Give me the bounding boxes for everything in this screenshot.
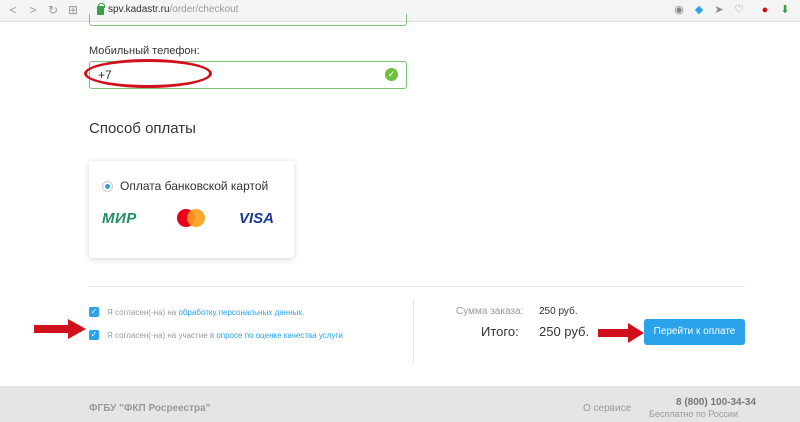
agree-survey-prefix: Я согласен(-на) на участие в (107, 331, 217, 340)
annotation-arrow-left (34, 319, 86, 339)
go-to-payment-button[interactable]: Перейти к оплате (644, 319, 745, 345)
phone-label: Мобильный телефон: (89, 45, 200, 57)
agree-survey-text: Я согласен(-на) на участие в опросе по о… (107, 331, 345, 340)
agree-personal-data-checkbox[interactable]: ✓ (89, 307, 99, 317)
mir-logo: МИР (102, 210, 137, 227)
total-value: 250 руб. (539, 324, 590, 339)
reload-icon[interactable]: ↻ (46, 3, 60, 17)
forward-icon[interactable]: > (26, 3, 40, 17)
heart-icon[interactable]: ♡ (732, 3, 746, 17)
back-icon[interactable]: < (6, 3, 20, 17)
shield-icon[interactable]: ◆ (692, 3, 706, 17)
footer-org: ФГБУ "ФКП Росреестра" (89, 403, 211, 414)
total-label: Итого: (481, 324, 519, 339)
mastercard-logo (177, 209, 205, 227)
agree-personal-data-suffix: . (302, 308, 305, 317)
agree-personal-data-text: Я согласен(-на) на обработку персональны… (107, 308, 305, 317)
personal-data-link[interactable]: обработку персональных данных (178, 308, 302, 317)
divider-horizontal (89, 286, 745, 287)
card-payment-label: Оплата банковской картой (120, 179, 269, 193)
grid-icon[interactable]: ⊞ (66, 3, 80, 17)
agree-survey-suffix: . (342, 331, 346, 340)
payment-section-title: Способ оплаты (89, 120, 196, 137)
opera-icon[interactable]: ● (758, 3, 772, 17)
order-sum-label: Сумма заказа: (456, 306, 524, 317)
payment-method-card[interactable]: Оплата банковской картой МИР VISA (89, 161, 294, 258)
send-icon[interactable]: ➤ (712, 3, 726, 17)
camera-icon[interactable]: ◉ (672, 3, 686, 17)
download-icon[interactable]: ⬇ (778, 3, 792, 17)
visa-logo: VISA (239, 210, 275, 227)
footer-free-note: Бесплатно по России (649, 409, 738, 419)
agree-personal-data-prefix: Я согласен(-на) на (107, 308, 179, 317)
footer-phone[interactable]: 8 (800) 100-34-34 (676, 397, 756, 408)
valid-check-icon: ✓ (385, 68, 398, 81)
card-payment-radio[interactable] (102, 181, 113, 192)
annotation-ellipse (84, 59, 212, 88)
annotation-arrow-right (598, 323, 644, 343)
survey-link[interactable]: опросе по оценке качества услуги (216, 331, 342, 340)
order-sum-value: 250 руб. (539, 306, 578, 317)
agree-survey-checkbox[interactable]: ✓ (89, 330, 99, 340)
about-service-link[interactable]: О сервисе (583, 403, 631, 414)
footer: ФГБУ "ФКП Росреестра" О сервисе 8 (800) … (0, 386, 800, 422)
previous-field[interactable] (89, 14, 407, 26)
divider-vertical (413, 300, 414, 362)
